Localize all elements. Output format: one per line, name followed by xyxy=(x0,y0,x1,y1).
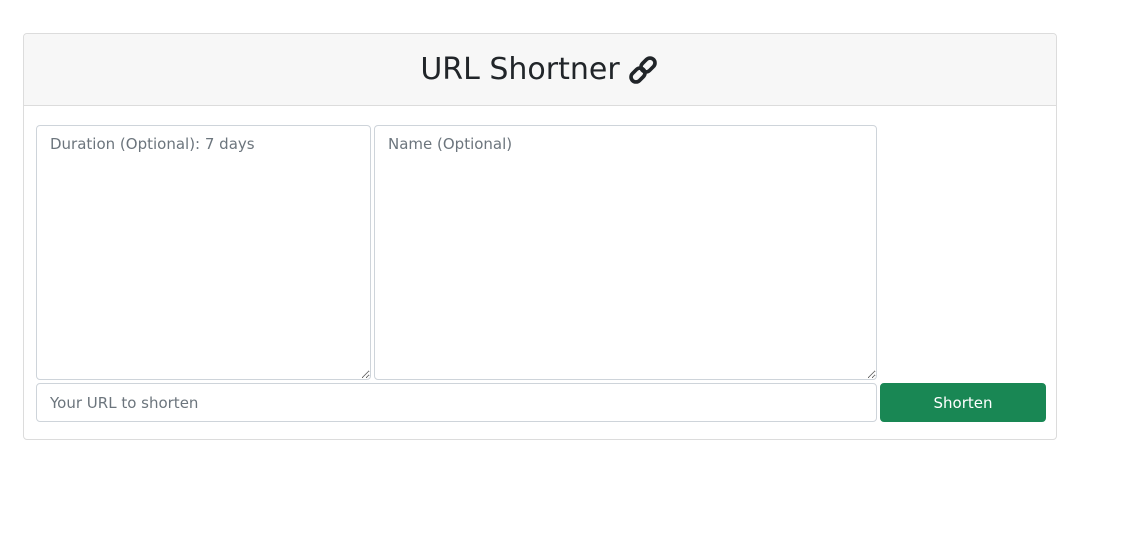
page-title-text: URL Shortner xyxy=(420,52,620,87)
link-icon xyxy=(626,53,660,87)
shorten-button[interactable]: Shorten xyxy=(880,383,1046,422)
url-input[interactable] xyxy=(36,383,877,422)
page-title: URL Shortner xyxy=(420,52,659,87)
duration-field[interactable] xyxy=(36,125,371,380)
card-header: URL Shortner xyxy=(24,34,1056,106)
url-shortener-card: URL Shortner Shorten xyxy=(23,33,1057,440)
name-field[interactable] xyxy=(374,125,877,380)
